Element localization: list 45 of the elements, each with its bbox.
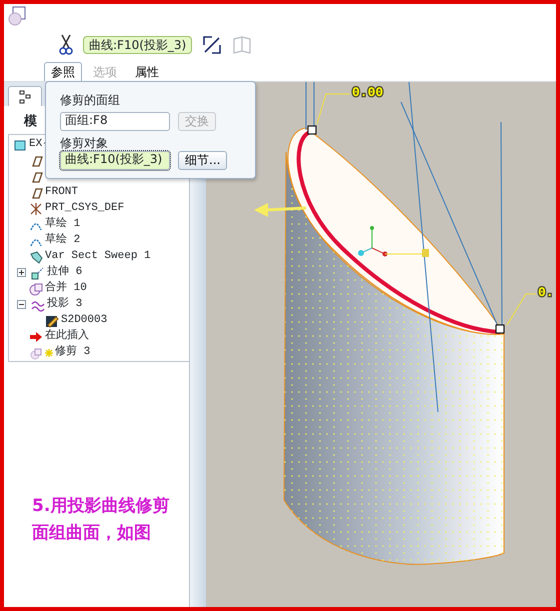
arrow-icon bbox=[29, 330, 43, 344]
details-button[interactable]: 细节... bbox=[178, 151, 228, 170]
curve-reference-chip[interactable]: 曲线:F10(投影_3) bbox=[83, 36, 192, 54]
axes-icon bbox=[29, 202, 43, 216]
trim-icon bbox=[29, 346, 43, 360]
tree-item[interactable]: Var Sect Sweep 1 bbox=[45, 248, 151, 265]
tree-item[interactable]: 修剪 3 bbox=[55, 344, 90, 361]
expand-toggle-icon[interactable] bbox=[17, 268, 26, 277]
trim-object-field[interactable]: 曲线:F10(投影_3) bbox=[60, 151, 170, 170]
parallelogram-icon bbox=[29, 170, 43, 184]
coordinate-axes-icon bbox=[358, 226, 429, 257]
tree-item[interactable]: S2D0003 bbox=[61, 312, 108, 329]
parallelogram-icon bbox=[29, 186, 43, 200]
dimension-label: 0. bbox=[538, 285, 554, 300]
tree-icon bbox=[19, 90, 31, 104]
tree-item[interactable]: 在此插入 bbox=[45, 328, 89, 345]
sweep-icon bbox=[29, 250, 43, 264]
panel-tab[interactable]: 参照 bbox=[44, 62, 82, 81]
tree-item[interactable]: FRONT bbox=[45, 184, 78, 201]
scissors-icon[interactable] bbox=[59, 34, 73, 56]
handle-icon[interactable] bbox=[496, 324, 504, 334]
tree-item[interactable]: 拉伸 6 bbox=[47, 264, 82, 281]
panel-tab[interactable]: 属性 bbox=[128, 62, 166, 81]
tree-item[interactable]: 草绘 1 bbox=[45, 216, 80, 233]
pencil-icon bbox=[45, 314, 59, 328]
panel-heading: 模 bbox=[22, 113, 37, 131]
tree-item[interactable]: 草绘 2 bbox=[45, 232, 80, 249]
field-label: 修剪的面组 bbox=[60, 92, 121, 108]
handle-icon[interactable] bbox=[308, 126, 316, 134]
star-icon bbox=[45, 348, 53, 356]
caption-text: 5.用投影曲线修剪面组曲面，如图 bbox=[31, 494, 170, 545]
expand-toggle-icon[interactable] bbox=[17, 300, 26, 309]
field-label: 修剪对象 bbox=[60, 135, 109, 151]
direction-arrow-icon bbox=[254, 203, 306, 217]
part-icon bbox=[8, 6, 26, 26]
extrude-icon bbox=[31, 266, 45, 280]
tree-item[interactable]: 投影 3 bbox=[47, 296, 82, 313]
cube-icon bbox=[13, 138, 27, 152]
merge-icon bbox=[29, 282, 43, 296]
model-tree-tab[interactable] bbox=[8, 86, 42, 106]
dimension-label: 0.00 bbox=[352, 85, 384, 100]
parallelogram-icon bbox=[29, 154, 43, 168]
tree-item[interactable]: 合并 10 bbox=[45, 280, 87, 297]
quilt-field[interactable]: 面组:F8 bbox=[60, 112, 170, 131]
tree-item[interactable]: PRT_CSYS_DEF bbox=[45, 200, 124, 217]
